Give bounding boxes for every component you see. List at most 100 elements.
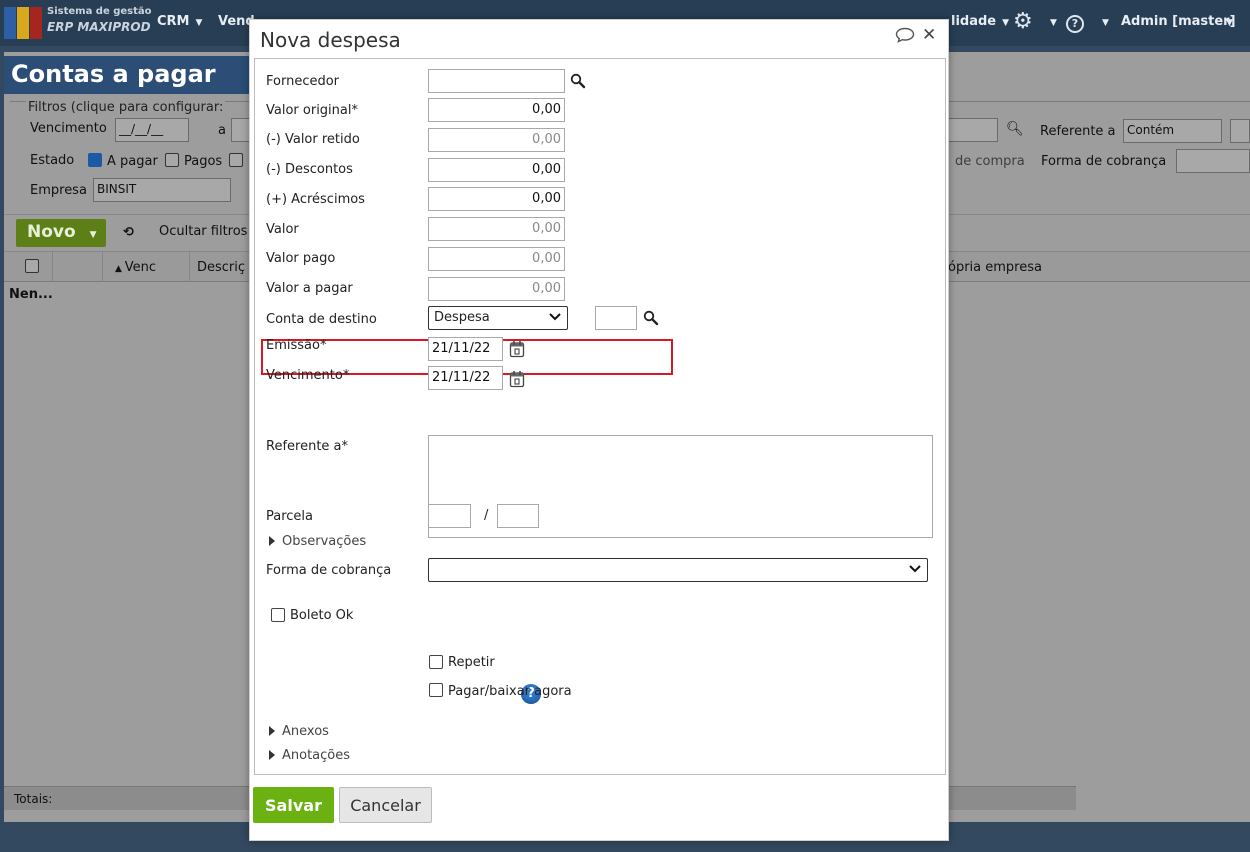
- nav-qualidade[interactable]: lidade ▼: [951, 14, 1009, 29]
- conta-destino-label: Conta de destino: [266, 312, 377, 327]
- emissao-input[interactable]: 21/11/22: [428, 337, 503, 361]
- filter-vencimento-from[interactable]: __/__/__: [115, 118, 189, 142]
- repetir-checkbox[interactable]: [429, 655, 443, 669]
- chevron-down-icon: ▼: [89, 230, 97, 240]
- col-propria-empresa[interactable]: ópria empresa: [948, 260, 1042, 275]
- nova-despesa-dialog: Nova despesa ✕ Fornecedor Valor original…: [249, 19, 949, 841]
- acrescimos-input[interactable]: 0,00: [428, 187, 565, 211]
- filter-estado-label: Estado: [30, 153, 75, 168]
- filter-a-pagar-label: A pagar: [107, 154, 158, 169]
- emissao-label: Emissão*: [266, 338, 327, 353]
- conta-destino-select[interactable]: Despesa: [428, 306, 568, 330]
- filters-label[interactable]: Filtros (clique para configurar:: [26, 100, 226, 115]
- forma-cobranca-label: Forma de cobrança: [266, 563, 392, 578]
- filter-referente-input[interactable]: [1230, 119, 1250, 143]
- anotacoes-toggle[interactable]: Anotações: [282, 748, 350, 763]
- acrescimos-label: (+) Acréscimos: [266, 192, 365, 207]
- search-icon[interactable]: [570, 73, 586, 89]
- filter-referente-label: Referente a: [1040, 124, 1116, 139]
- expand-arrow-icon[interactable]: [269, 750, 275, 760]
- chevron-down-icon: ▼: [1226, 18, 1233, 28]
- filter-vencimento-sep: a: [218, 123, 226, 138]
- settings-caret[interactable]: ▼: [1044, 14, 1057, 29]
- parcela-label: Parcela: [266, 509, 314, 524]
- vencimento-input[interactable]: 21/11/22: [428, 366, 503, 390]
- cancel-button[interactable]: Cancelar: [339, 787, 432, 823]
- valor-input: 0,00: [428, 217, 565, 241]
- filter-referente-mode[interactable]: Contém: [1123, 119, 1222, 143]
- user-menu-caret[interactable]: ▼: [1220, 14, 1233, 29]
- chevron-down-icon: [549, 313, 561, 321]
- filter-forma-cobranca-input[interactable]: [1176, 149, 1250, 173]
- search-icon[interactable]: [643, 310, 659, 326]
- page-title: Contas a pagar: [4, 56, 250, 94]
- vencimento-label: Vencimento*: [266, 368, 350, 383]
- repetir-label: Repetir: [448, 655, 495, 670]
- brand-name: ERP MAXIPROD: [47, 20, 151, 34]
- parcela-total-input[interactable]: [497, 504, 539, 528]
- filter-a-pagar-checkbox[interactable]: [88, 153, 102, 167]
- valor-pago-label: Valor pago: [266, 251, 336, 266]
- descontos-input[interactable]: 0,00: [428, 158, 565, 182]
- filter-vencimento-label: Vencimento: [30, 121, 107, 136]
- totals-label: Totais:: [14, 792, 53, 806]
- valor-label: Valor: [266, 222, 299, 237]
- col-descricao[interactable]: Descriç: [197, 260, 245, 275]
- filter-empresa-label: Empresa: [30, 183, 87, 198]
- descontos-label: (-) Descontos: [266, 162, 353, 177]
- calendar-icon[interactable]: [509, 370, 525, 388]
- ocultar-filtros-button[interactable]: Ocultar filtros: [159, 224, 247, 239]
- nav-crm[interactable]: CRM ▼: [157, 14, 202, 29]
- gear-icon[interactable]: ⚙: [1013, 11, 1033, 33]
- help-icon[interactable]: ?: [1066, 15, 1084, 33]
- observacoes-toggle[interactable]: Observações: [282, 534, 366, 549]
- calendar-icon[interactable]: [509, 340, 525, 358]
- anexos-toggle[interactable]: Anexos: [282, 724, 329, 739]
- conta-destino-code-input[interactable]: [595, 306, 637, 330]
- parcela-number-input[interactable]: [428, 504, 471, 528]
- col-venc[interactable]: ▲ Venc: [115, 260, 156, 275]
- select-all-checkbox[interactable]: [25, 259, 39, 273]
- chevron-down-icon: ▼: [195, 18, 203, 28]
- filter-de-compra: de compra: [955, 154, 1025, 169]
- save-button[interactable]: Salvar: [253, 787, 334, 823]
- fornecedor-label: Fornecedor: [266, 74, 340, 89]
- valor-retido-input[interactable]: 0,00: [428, 128, 565, 152]
- valor-pago-input: 0,00: [428, 247, 565, 271]
- boleto-ok-label: Boleto Ok: [290, 608, 354, 623]
- valor-original-input[interactable]: 0,00: [428, 98, 565, 122]
- help-caret[interactable]: ▼: [1096, 14, 1109, 29]
- filter-estado-checkbox[interactable]: [229, 153, 243, 167]
- filter-pagos-checkbox[interactable]: [165, 153, 179, 167]
- filter-text-input[interactable]: [948, 118, 998, 142]
- dialog-form: Fornecedor Valor original* 0,00 (-) Valo…: [254, 58, 946, 775]
- comment-icon[interactable]: [895, 27, 915, 43]
- empty-grid-message: Nen...: [9, 287, 53, 302]
- forma-cobranca-select[interactable]: [428, 558, 928, 582]
- referente-label: Referente a*: [266, 439, 349, 454]
- maxiprod-logo: [4, 7, 42, 39]
- search-icon[interactable]: 🔍︎: [1006, 121, 1024, 137]
- dialog-title: Nova despesa: [260, 28, 401, 52]
- valor-a-pagar-label: Valor a pagar: [266, 281, 353, 296]
- boleto-ok-checkbox[interactable]: [271, 608, 285, 622]
- pagar-agora-checkbox[interactable]: [429, 683, 443, 697]
- fornecedor-input[interactable]: [428, 69, 565, 93]
- expand-arrow-icon[interactable]: [269, 536, 275, 546]
- close-icon[interactable]: ✕: [922, 25, 936, 45]
- filter-forma-cobranca-label: Forma de cobrança: [1041, 154, 1167, 169]
- filter-empresa-input[interactable]: BINSIT: [93, 178, 231, 202]
- refresh-icon[interactable]: ⟲: [123, 225, 134, 240]
- pagar-agora-label: Pagar/baixar agora: [448, 684, 572, 699]
- valor-a-pagar-input: 0,00: [428, 277, 565, 301]
- expand-arrow-icon[interactable]: [269, 726, 275, 736]
- user-menu[interactable]: Admin [master]: [1121, 14, 1236, 29]
- chevron-down-icon: ▼: [1102, 18, 1109, 28]
- valor-original-label: Valor original*: [266, 103, 358, 118]
- chevron-down-icon: [909, 565, 921, 573]
- chevron-down-icon: ▼: [1002, 18, 1010, 28]
- novo-button[interactable]: Novo ▼: [16, 219, 106, 247]
- filter-vencimento-to[interactable]: [231, 118, 251, 142]
- brand-subtitle: Sistema de gestão: [47, 6, 152, 17]
- valor-retido-label: (-) Valor retido: [266, 132, 360, 147]
